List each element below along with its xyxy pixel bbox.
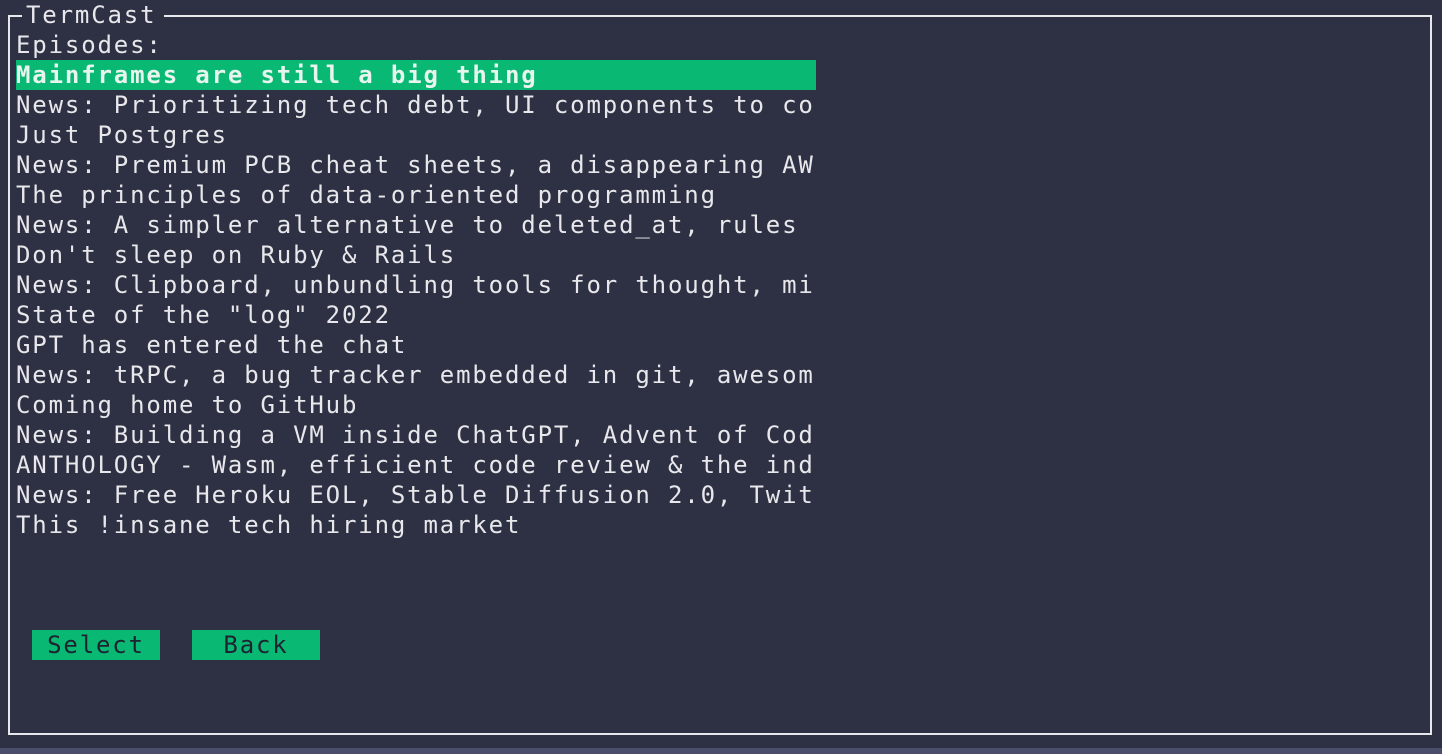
episode-list-item[interactable]: News: Building a VM inside ChatGPT, Adve…	[16, 420, 816, 450]
episode-list-item[interactable]: Coming home to GitHub	[16, 390, 816, 420]
episodes-heading: Episodes:	[16, 31, 163, 59]
episode-list-item[interactable]: News: tRPC, a bug tracker embedded in gi…	[16, 360, 816, 390]
episode-list-item[interactable]: State of the "log" 2022	[16, 300, 816, 330]
episode-list-item[interactable]: News: Free Heroku EOL, Stable Diffusion …	[16, 480, 816, 510]
app-title: TermCast	[22, 0, 165, 30]
episode-list-item-selected[interactable]: Mainframes are still a big thing	[16, 60, 816, 90]
episode-list-item[interactable]: Just Postgres	[16, 120, 816, 150]
terminal-bottom-edge	[0, 748, 1442, 754]
episode-list-item[interactable]: This !insane tech hiring market	[16, 510, 816, 540]
episode-list-item[interactable]: News: A simpler alternative to deleted_a…	[16, 210, 816, 240]
episode-list-item[interactable]: GPT has entered the chat	[16, 330, 816, 360]
select-button[interactable]: Select	[32, 630, 160, 660]
episode-list-item[interactable]: The principles of data-oriented programm…	[16, 180, 816, 210]
back-button[interactable]: Back	[192, 630, 320, 660]
episode-list-item[interactable]: Don't sleep on Ruby & Rails	[16, 240, 816, 270]
episode-list-item[interactable]: News: Clipboard, unbundling tools for th…	[16, 270, 816, 300]
episode-list-item[interactable]: ANTHOLOGY - Wasm, efficient code review …	[16, 450, 816, 480]
episode-list-item[interactable]: News: Prioritizing tech debt, UI compone…	[16, 90, 816, 120]
episode-list-item[interactable]: News: Premium PCB cheat sheets, a disapp…	[16, 150, 816, 180]
